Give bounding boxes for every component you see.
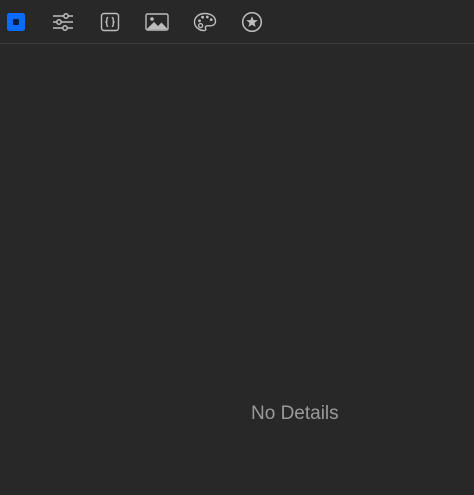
inspector-panel: No Details <box>0 0 474 495</box>
tab-adjustments[interactable] <box>51 10 75 34</box>
inspector-toolbar <box>0 0 474 44</box>
tab-image[interactable] <box>145 10 169 34</box>
selected-element-icon <box>7 13 25 31</box>
tab-selected-element[interactable] <box>4 10 28 34</box>
tab-appearance[interactable] <box>193 10 217 34</box>
tab-favorites[interactable] <box>240 10 264 34</box>
star-circle-icon <box>241 11 263 33</box>
palette-icon <box>193 12 217 32</box>
sliders-icon <box>53 13 73 31</box>
code-braces-icon <box>100 12 120 32</box>
empty-state-message: No Details <box>251 403 339 424</box>
image-icon <box>145 13 169 31</box>
tab-code[interactable] <box>98 10 122 34</box>
